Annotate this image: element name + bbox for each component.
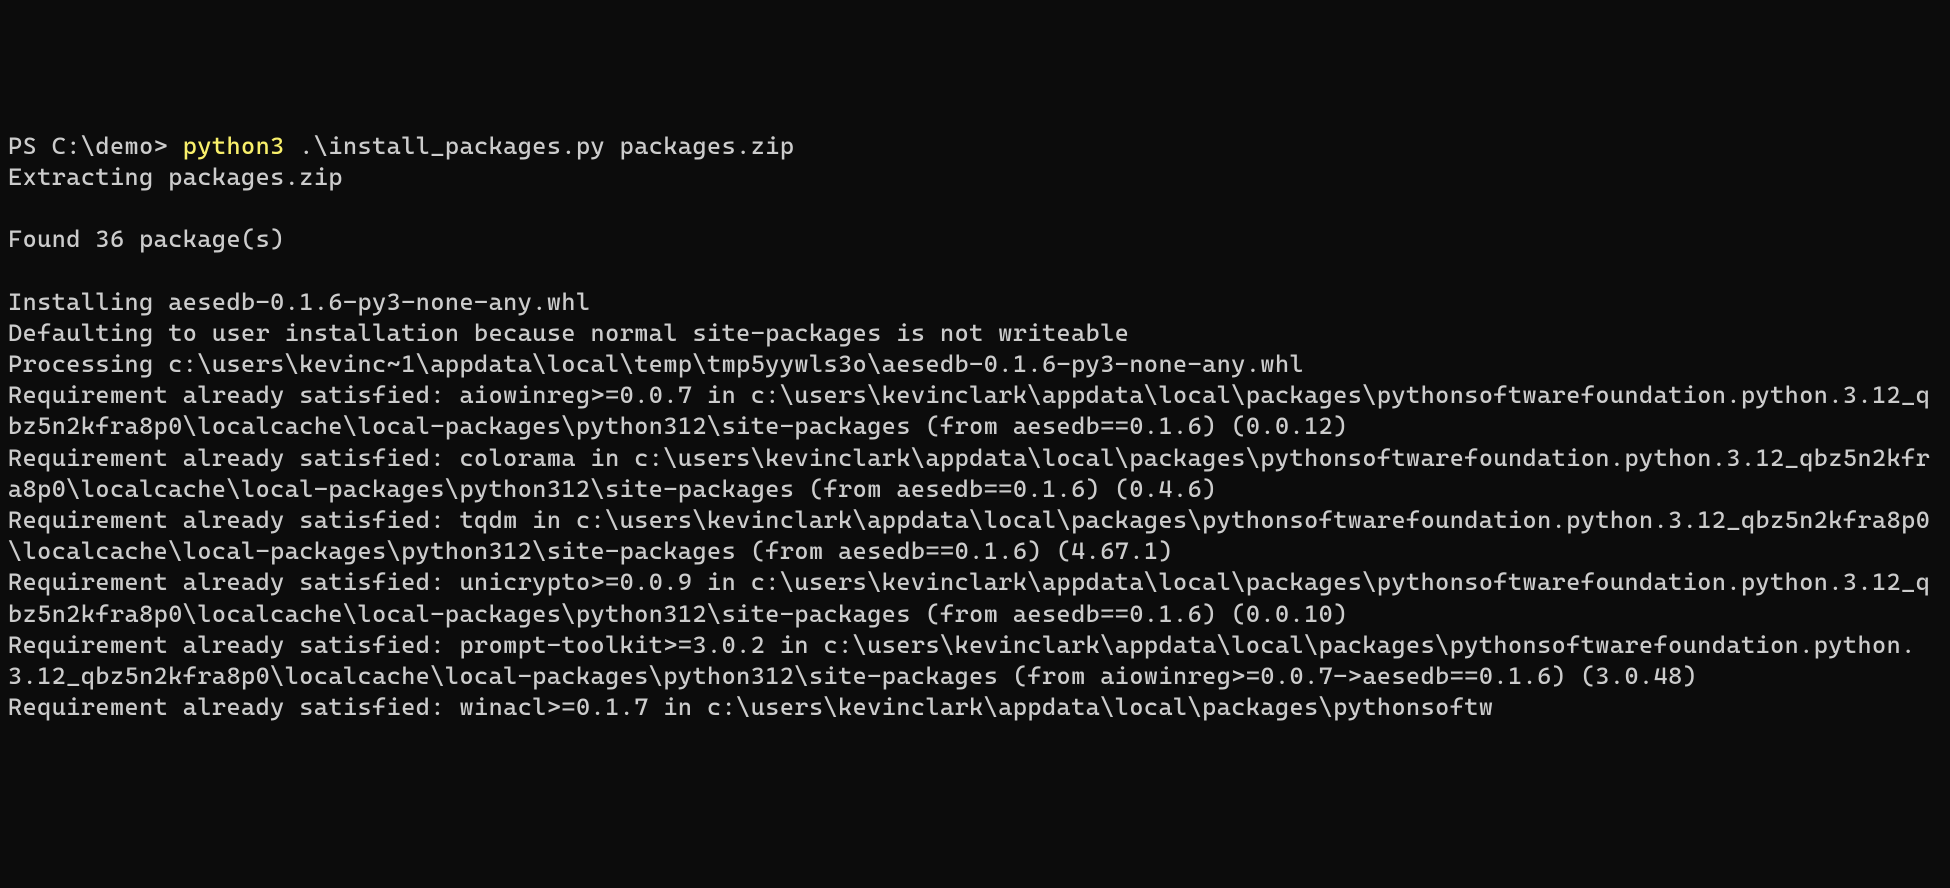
- output-line: Requirement already satisfied: tqdm in c…: [8, 506, 1930, 565]
- output-line: Requirement already satisfied: winacl>=0…: [8, 693, 1493, 721]
- terminal-output[interactable]: PS C:\demo> python3 .\install_packages.p…: [8, 131, 1942, 724]
- prompt-ps: PS: [8, 132, 52, 160]
- output-line: Extracting packages.zip: [8, 163, 343, 191]
- output-line: Requirement already satisfied: prompt-to…: [8, 631, 1916, 690]
- output-line: Requirement already satisfied: unicrypto…: [8, 568, 1930, 627]
- output-line: Defaulting to user installation because …: [8, 319, 1129, 347]
- output-line: Requirement already satisfied: colorama …: [8, 444, 1930, 503]
- output-line: Processing c:\users\kevinc~1\appdata\loc…: [8, 350, 1304, 378]
- output-line: Requirement already satisfied: aiowinreg…: [8, 381, 1930, 440]
- command-args: .\install_packages.py packages.zip: [285, 132, 795, 160]
- output-line: Found 36 package(s): [8, 225, 285, 253]
- command-executable: python3: [183, 132, 285, 160]
- output-line: Installing aesedb-0.1.6-py3-none-any.whl: [8, 288, 591, 316]
- prompt-path: C:\demo>: [52, 132, 183, 160]
